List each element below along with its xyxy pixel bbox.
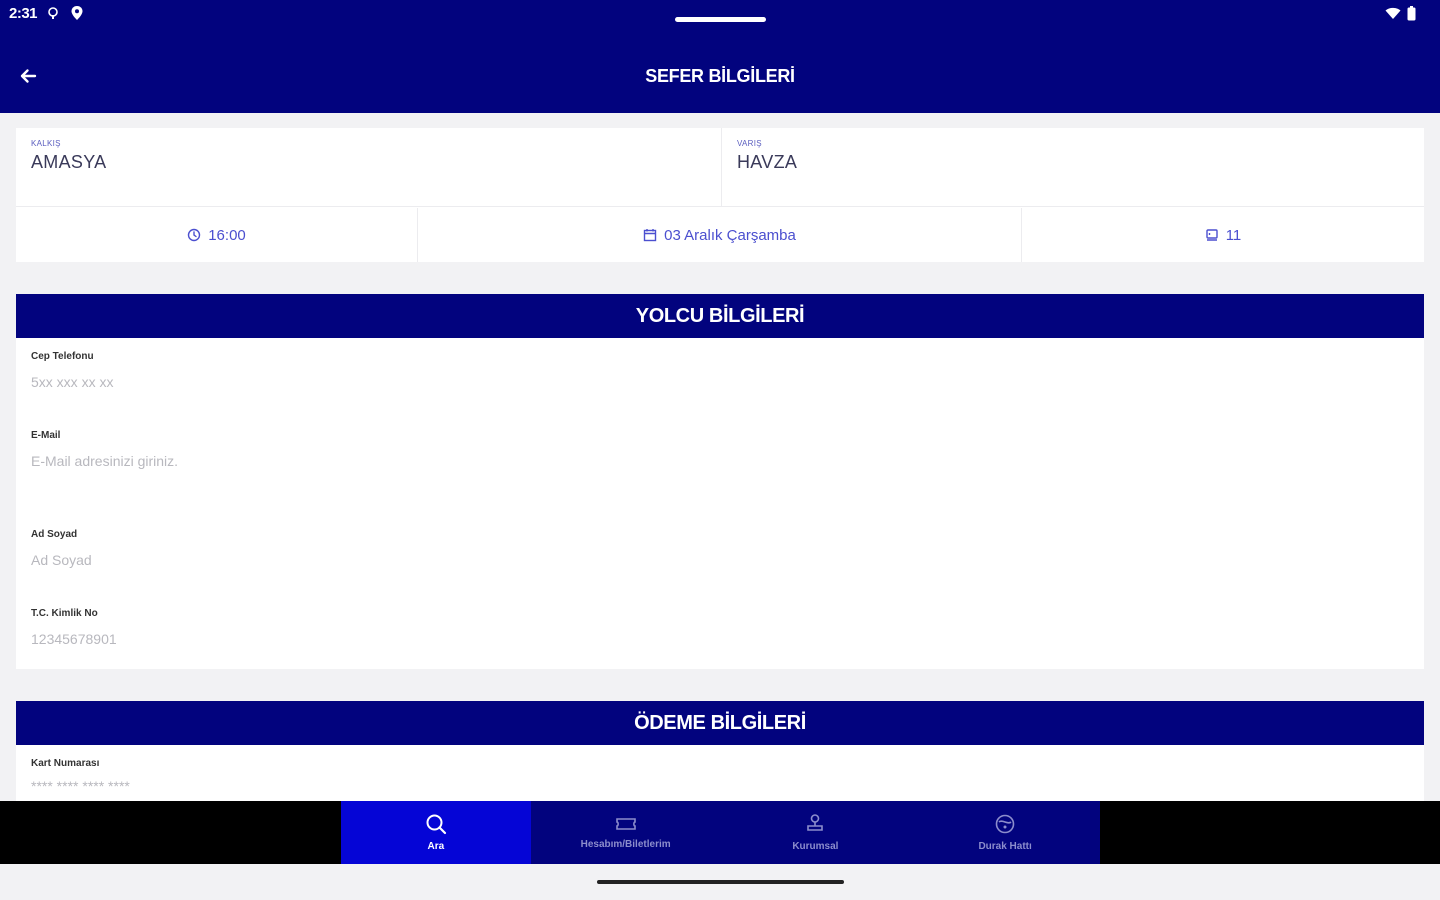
departure-time-value: 16:00 xyxy=(208,226,246,244)
trip-summary-card: KALKIŞ AMASYA VARIŞ HAVZA 16:00 03 Aralı… xyxy=(16,128,1424,262)
tc-id-input[interactable] xyxy=(31,631,1401,647)
phone-field: Cep Telefonu xyxy=(31,351,1401,390)
home-indicator[interactable] xyxy=(597,880,844,884)
phone-input[interactable] xyxy=(31,374,1401,390)
departure-city: AMASYA xyxy=(31,152,107,172)
name-label: Ad Soyad xyxy=(31,529,78,540)
bottom-navigation: Ara Hesabım/Biletlerim Kurumsal Durak Ha… xyxy=(341,801,1100,864)
route-row: KALKIŞ AMASYA VARIŞ HAVZA xyxy=(16,128,1424,207)
vpn-key-icon xyxy=(48,7,58,19)
nav-item-corporate-label: Kurumsal xyxy=(792,841,839,852)
arrival-cell: VARIŞ HAVZA xyxy=(722,128,1424,207)
page-title: SEFER BİLGİLERİ xyxy=(645,66,795,86)
departure-date-value: 03 Aralık Çarşamba xyxy=(664,226,796,244)
seat-icon xyxy=(1206,229,1218,241)
name-input[interactable] xyxy=(31,552,1401,568)
nav-item-search[interactable]: Ara xyxy=(341,801,531,864)
tc-id-label: T.C. Kimlik No xyxy=(31,608,98,619)
search-icon xyxy=(426,814,446,835)
payment-section-title: ÖDEME BİLGİLERİ xyxy=(16,701,1424,745)
nav-item-stop-line-label: Durak Hattı xyxy=(978,841,1032,852)
location-icon xyxy=(71,6,83,20)
name-field: Ad Soyad xyxy=(31,529,1401,568)
payment-form: Kart Numarası xyxy=(16,745,1424,802)
status-icons-left xyxy=(46,5,84,21)
nav-item-corporate[interactable]: Kurumsal xyxy=(721,801,911,864)
nav-item-search-label: Ara xyxy=(427,841,445,852)
email-input[interactable] xyxy=(31,453,1401,469)
departure-cell: KALKIŞ AMASYA xyxy=(16,128,722,207)
departure-date: 03 Aralık Çarşamba xyxy=(418,208,1022,262)
nav-item-account-label: Hesabım/Biletlerim xyxy=(580,839,671,850)
arrival-label: VARIŞ xyxy=(737,139,762,148)
app-bar: 2:31 SEFER BİLGİLERİ xyxy=(0,0,1440,113)
wifi-icon xyxy=(1385,7,1401,19)
nav-item-stop-line[interactable]: Durak Hattı xyxy=(910,801,1100,864)
departure-label: KALKIŞ xyxy=(31,139,61,148)
clock-icon xyxy=(188,228,201,242)
departure-time: 16:00 xyxy=(16,208,418,262)
calendar-icon xyxy=(643,229,657,242)
passenger-form: Cep Telefonu E-Mail Ad Soyad T.C. Kimlik… xyxy=(16,338,1424,669)
stamp-icon xyxy=(807,814,824,831)
email-field: E-Mail xyxy=(31,430,1401,469)
seat-number-value: 11 xyxy=(1225,226,1242,244)
tc-id-field: T.C. Kimlik No xyxy=(31,608,1401,647)
seat-number: 11 xyxy=(1022,208,1424,262)
card-number-field: Kart Numarası xyxy=(31,758,1401,794)
email-label: E-Mail xyxy=(31,430,61,441)
ticket-icon xyxy=(615,818,636,830)
card-number-input[interactable] xyxy=(31,778,1401,794)
status-drag-handle xyxy=(675,17,766,22)
arrival-city: HAVZA xyxy=(737,152,798,172)
status-icons-right xyxy=(1385,6,1416,21)
battery-icon xyxy=(1407,6,1416,21)
card-number-label: Kart Numarası xyxy=(31,758,100,769)
trip-details-row: 16:00 03 Aralık Çarşamba 11 xyxy=(16,208,1424,262)
passenger-section-title: YOLCU BİLGİLERİ xyxy=(16,294,1424,338)
nav-item-account[interactable]: Hesabım/Biletlerim xyxy=(531,801,721,864)
phone-label: Cep Telefonu xyxy=(31,351,94,362)
route-icon xyxy=(995,814,1015,834)
status-time: 2:31 xyxy=(9,5,38,22)
